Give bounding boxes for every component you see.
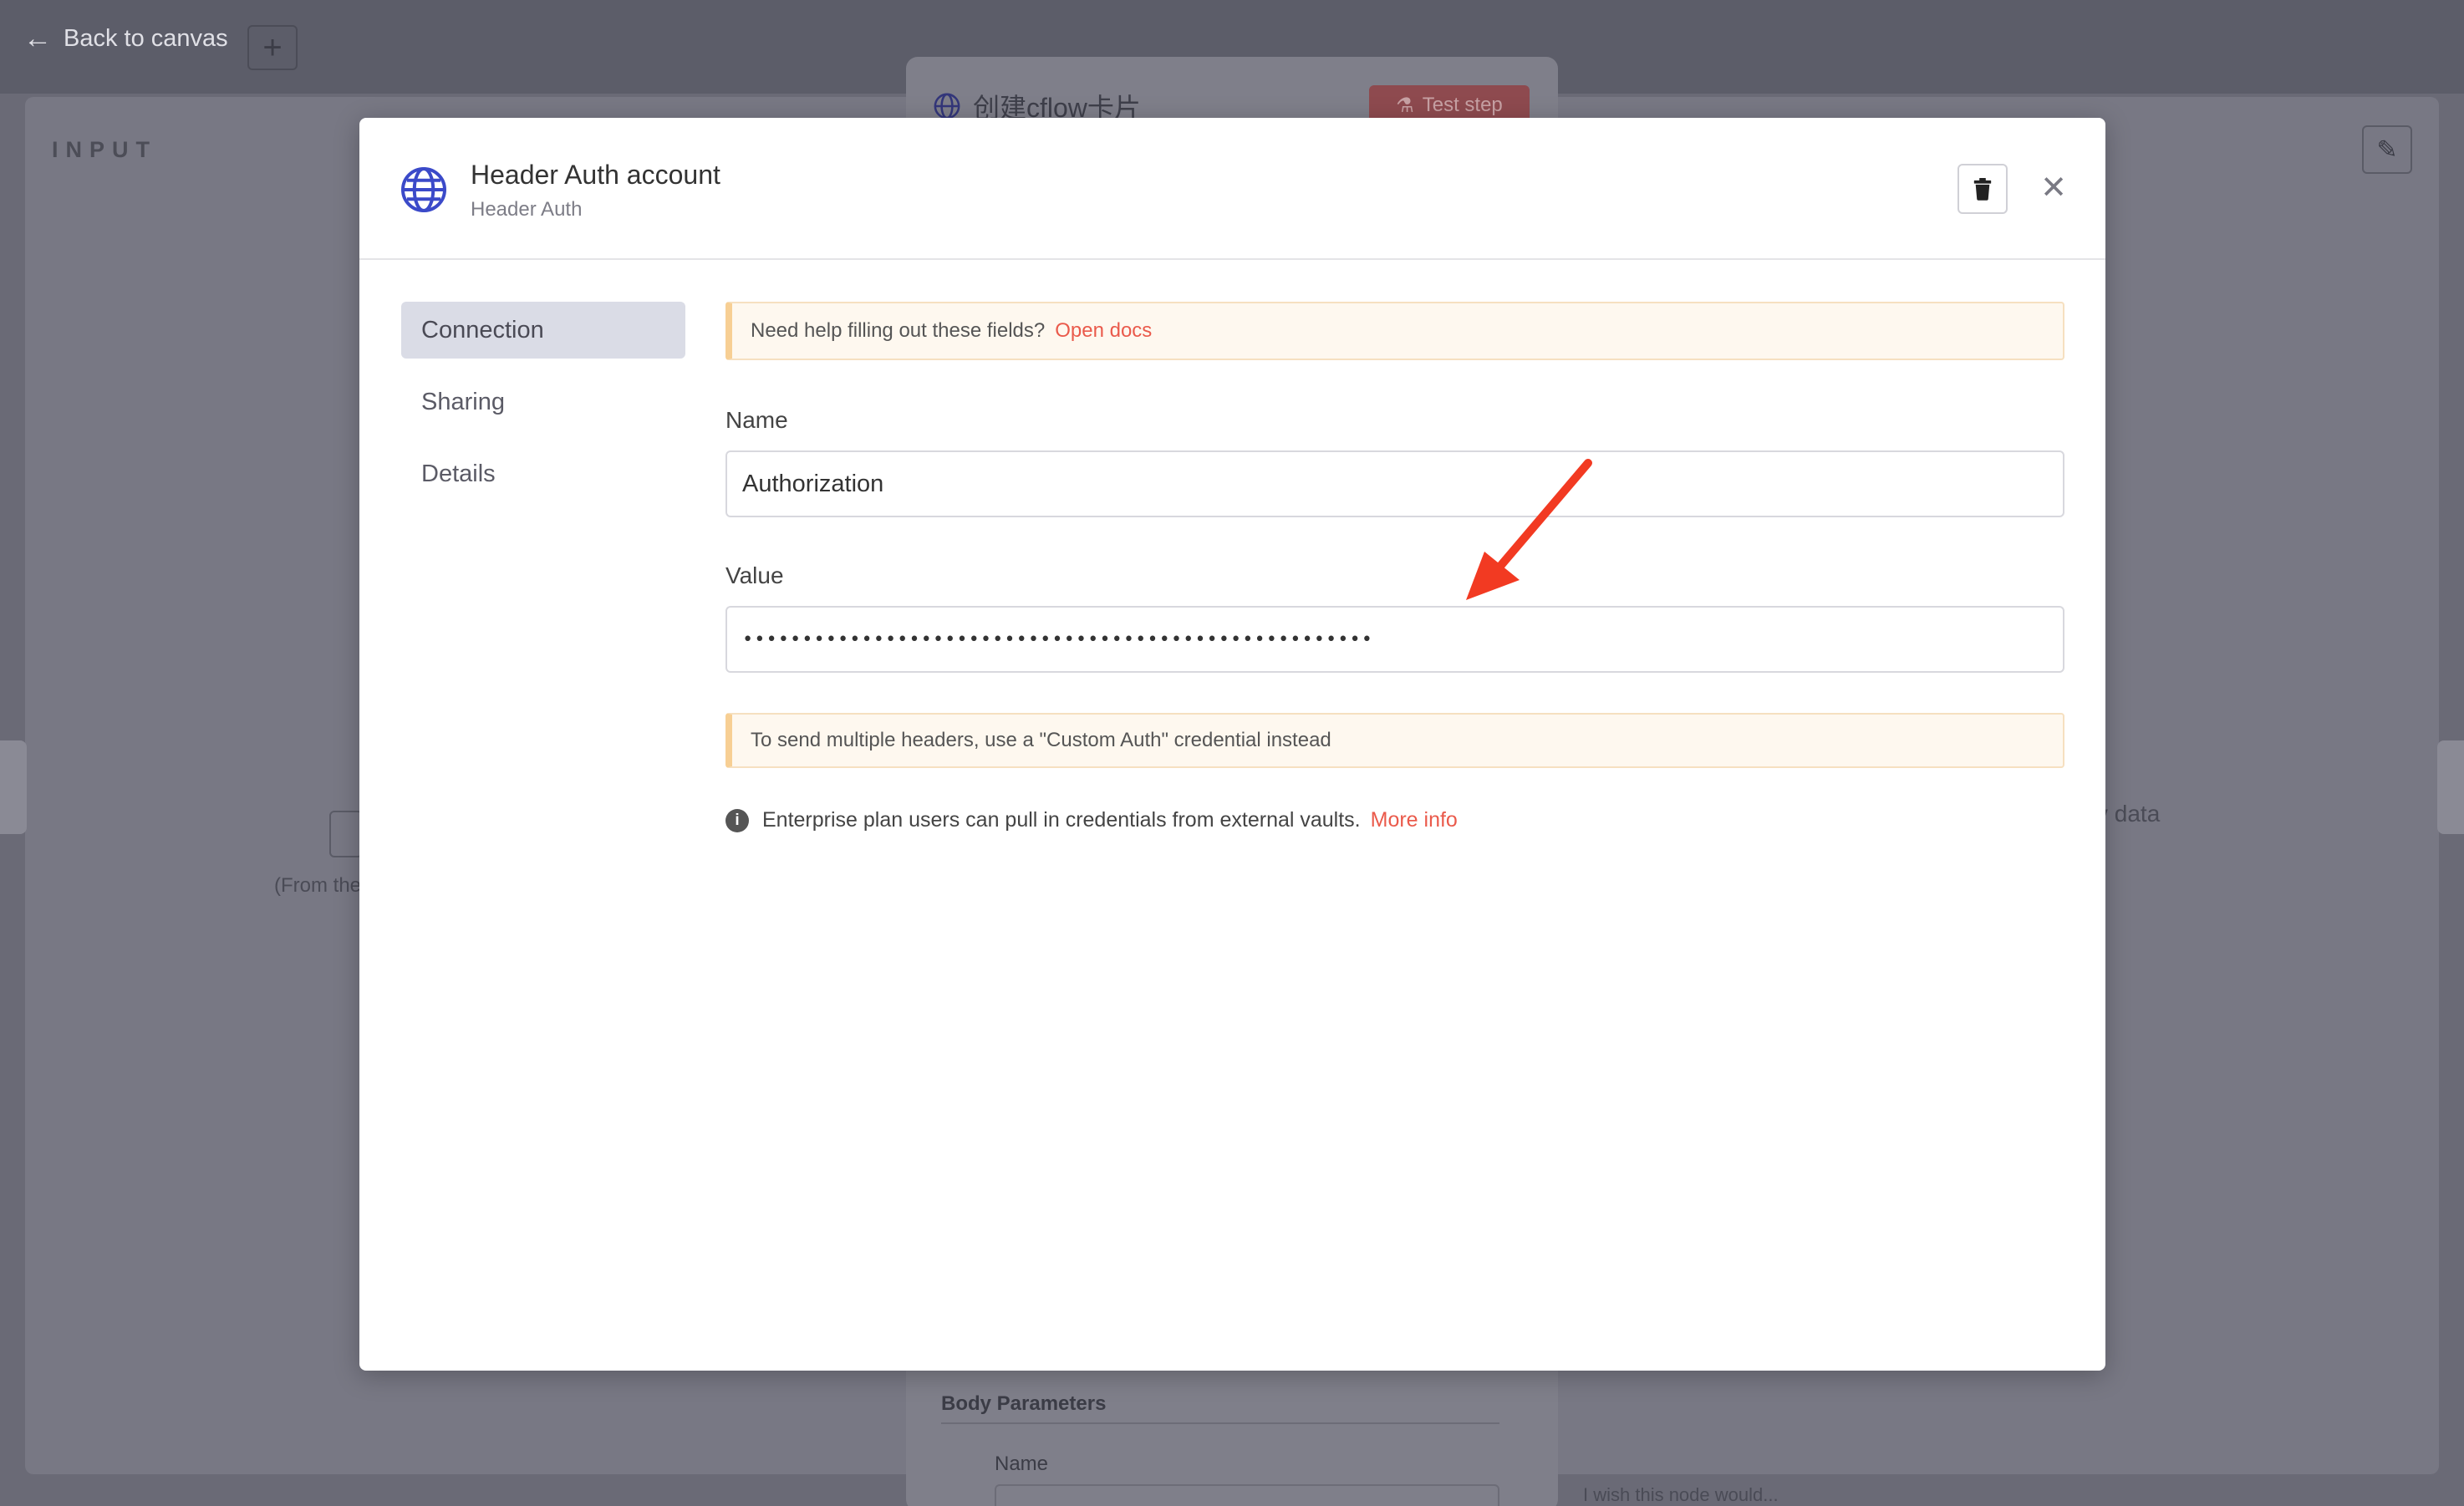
arrow-left-icon: ← bbox=[23, 23, 52, 54]
globe-icon bbox=[401, 167, 446, 212]
help-callout-text: Need help filling out these fields? bbox=[751, 319, 1046, 342]
feedback-link[interactable]: I wish this node would... bbox=[1583, 1484, 1779, 1506]
flask-icon: ⚗ bbox=[1396, 94, 1414, 117]
input-panel-label: INPUT bbox=[52, 137, 157, 162]
annotation-arrow-icon bbox=[1466, 459, 1592, 600]
modal-title[interactable]: Header Auth account bbox=[471, 160, 720, 191]
value-password-input[interactable]: ••••••••••••••••••••••••••••••••••••••••… bbox=[725, 606, 2064, 673]
open-docs-link[interactable]: Open docs bbox=[1055, 319, 1152, 343]
nav-item-connection[interactable]: Connection bbox=[401, 302, 685, 359]
nav-item-sharing[interactable]: Sharing bbox=[401, 374, 685, 430]
more-info-link[interactable]: More info bbox=[1371, 808, 1458, 832]
pencil-icon[interactable]: ✎ bbox=[2362, 125, 2412, 174]
bg-name-label: Name bbox=[995, 1453, 1049, 1475]
enterprise-info: i Enterprise plan users can pull in cred… bbox=[725, 808, 2064, 832]
body-parameters-heading: Body Parameters bbox=[941, 1392, 1107, 1415]
value-field-label: Value bbox=[725, 562, 784, 588]
name-field-label: Name bbox=[725, 407, 788, 433]
output-hint-text: v data bbox=[2096, 801, 2161, 827]
input-hint-text: (From the bbox=[274, 874, 362, 897]
connection-form: Need help filling out these fields? Open… bbox=[725, 302, 2064, 832]
back-to-canvas-link[interactable]: ← Back to canvas bbox=[23, 22, 228, 55]
name-input[interactable]: Authorization bbox=[725, 450, 2064, 517]
left-drag-handle[interactable] bbox=[0, 740, 27, 834]
credential-modal: Header Auth account Header Auth ✕ Connec… bbox=[359, 118, 2105, 1371]
modal-header: Header Auth account Header Auth ✕ bbox=[359, 118, 2105, 260]
test-step-label: Test step bbox=[1422, 94, 1503, 116]
globe-icon bbox=[934, 93, 960, 120]
help-callout: Need help filling out these fields? Open… bbox=[725, 302, 2064, 360]
back-to-canvas-label: Back to canvas bbox=[64, 24, 228, 52]
bg-name-input[interactable] bbox=[995, 1484, 1499, 1506]
trash-icon bbox=[1973, 178, 1992, 201]
nav-item-details[interactable]: Details bbox=[401, 445, 685, 502]
modal-subtitle: Header Auth bbox=[471, 198, 583, 221]
enterprise-info-text: Enterprise plan users can pull in creden… bbox=[762, 808, 1361, 832]
right-drag-handle[interactable] bbox=[2437, 740, 2464, 834]
add-button[interactable]: + bbox=[247, 25, 298, 70]
info-icon: i bbox=[725, 808, 749, 832]
multiple-headers-callout: To send multiple headers, use a "Custom … bbox=[725, 713, 2064, 768]
delete-credential-button[interactable] bbox=[1957, 164, 2008, 214]
multiple-headers-text: To send multiple headers, use a "Custom … bbox=[751, 729, 1331, 751]
input-placeholder-box bbox=[329, 811, 363, 857]
divider bbox=[941, 1422, 1499, 1424]
close-icon[interactable]: ✕ bbox=[2033, 166, 2075, 208]
credential-nav: Connection Sharing Details bbox=[401, 302, 685, 517]
